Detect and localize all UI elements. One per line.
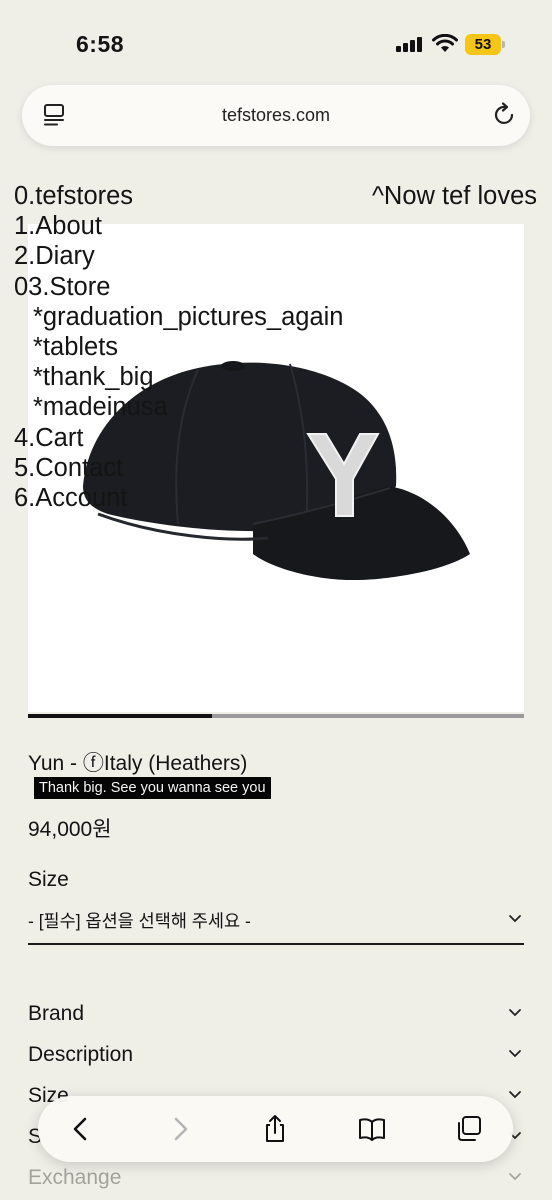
nav-about[interactable]: 1.About bbox=[14, 211, 343, 241]
nav-store-thank-big[interactable]: *thank_big bbox=[14, 362, 343, 392]
image-pager[interactable] bbox=[28, 714, 524, 718]
address-bar[interactable]: tefstores.com bbox=[22, 85, 530, 146]
product-price: 94,000원 bbox=[28, 818, 112, 841]
nav-contact[interactable]: 5.Contact bbox=[14, 453, 343, 483]
nav-now-loves[interactable]: ^Now tef loves bbox=[372, 181, 537, 211]
tabs-icon[interactable] bbox=[454, 1114, 484, 1144]
chevron-down-icon bbox=[509, 1050, 521, 1058]
image-pager-active bbox=[28, 714, 212, 718]
nav-account[interactable]: 6.Account bbox=[14, 483, 343, 513]
accordion-brand[interactable]: Brand bbox=[28, 1002, 524, 1036]
size-select[interactable]: - [필수] 옵션을 선택해 주세요 - bbox=[28, 903, 524, 945]
accordion-label: Exchange bbox=[28, 1166, 122, 1189]
accordion-label: Description bbox=[28, 1043, 134, 1066]
promo-label: Thank big. See you wanna see you bbox=[34, 777, 271, 799]
nav-store-graduation[interactable]: *graduation_pictures_again bbox=[14, 302, 343, 332]
wifi-icon bbox=[432, 34, 458, 52]
nav-diary[interactable]: 2.Diary bbox=[14, 241, 343, 271]
nav-store[interactable]: 03.Store bbox=[14, 272, 343, 302]
accordion-label: Brand bbox=[28, 1002, 85, 1025]
chevron-down-icon bbox=[509, 1091, 521, 1099]
cellular-signal-icon bbox=[396, 36, 422, 52]
accordion-exchange[interactable]: Exchange bbox=[28, 1166, 524, 1200]
accordion-description[interactable]: Description bbox=[28, 1043, 524, 1077]
url-text[interactable]: tefstores.com bbox=[22, 105, 530, 126]
status-time: 6:58 bbox=[76, 31, 125, 57]
share-icon[interactable] bbox=[260, 1114, 290, 1144]
size-select-value: - [필수] 옵션을 선택해 주세요 - bbox=[28, 911, 251, 931]
battery-cap bbox=[502, 41, 505, 48]
battery-indicator: 53 bbox=[465, 34, 501, 55]
back-icon[interactable] bbox=[66, 1114, 96, 1144]
reload-icon[interactable] bbox=[494, 102, 516, 126]
nav-home[interactable]: 0.tefstores bbox=[14, 181, 343, 211]
chevron-down-icon bbox=[509, 915, 521, 923]
chevron-down-icon bbox=[509, 1173, 521, 1181]
forward-icon[interactable] bbox=[165, 1114, 195, 1144]
bookmarks-icon[interactable] bbox=[357, 1114, 387, 1144]
nav-cart[interactable]: 4.Cart bbox=[14, 423, 343, 453]
site-nav: 0.tefstores 1.About 2.Diary 03.Store *gr… bbox=[14, 181, 343, 513]
chevron-down-icon bbox=[509, 1009, 521, 1017]
nav-store-tablets[interactable]: *tablets bbox=[14, 332, 343, 362]
browser-toolbar bbox=[38, 1096, 513, 1162]
size-label: Size bbox=[28, 868, 69, 891]
product-name: Yun - ⓕItaly (Heathers) bbox=[28, 752, 248, 775]
nav-store-madeinusa[interactable]: *madeinusa bbox=[14, 392, 343, 422]
